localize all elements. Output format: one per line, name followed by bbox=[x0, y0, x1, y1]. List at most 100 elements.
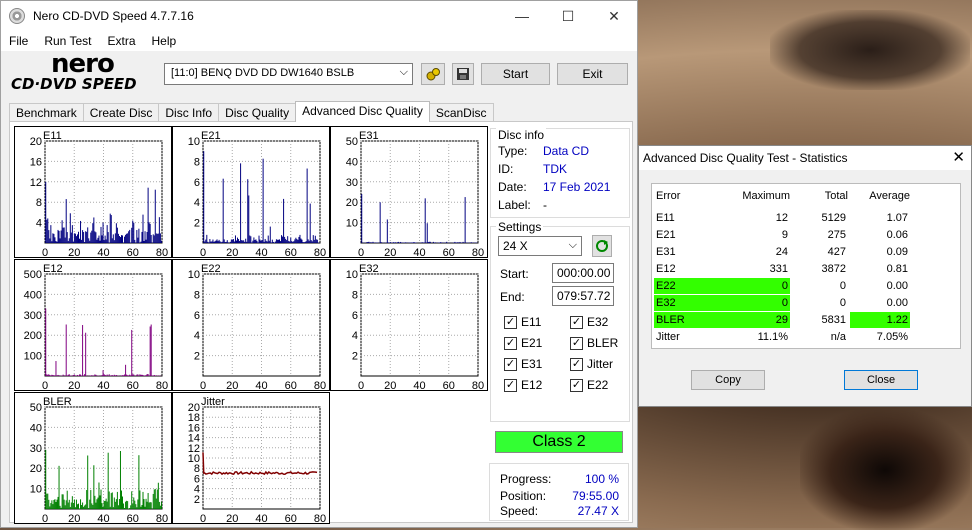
x-tick-label: 60 bbox=[285, 513, 297, 525]
close-dialog-button[interactable]: Close bbox=[844, 370, 918, 390]
y-tick-label: 40 bbox=[30, 422, 42, 434]
checkmark-icon: ✓ bbox=[570, 378, 583, 392]
menu-run-test[interactable]: Run Test bbox=[36, 34, 99, 48]
menu-file[interactable]: File bbox=[1, 34, 36, 48]
background-photo-shadow bbox=[770, 10, 970, 90]
table-cell: 5831 bbox=[821, 314, 846, 326]
table-header: Total bbox=[824, 190, 848, 202]
table-cell: 0 bbox=[730, 278, 790, 294]
x-tick-label: 0 bbox=[358, 247, 364, 259]
checkbox-jitter[interactable]: ✓ Jitter bbox=[570, 357, 613, 371]
y-tick-label: 100 bbox=[24, 351, 42, 363]
checkbox-label: E31 bbox=[521, 357, 543, 371]
x-tick-label: 0 bbox=[200, 513, 206, 525]
x-tick-label: 60 bbox=[127, 513, 139, 525]
x-tick-label: 20 bbox=[384, 380, 396, 392]
statistics-table: Error Maximum Total Average E11 12 5129 1.07 E21… bbox=[651, 183, 961, 349]
title-bar[interactable]: Nero CD-DVD Speed 4.7.7.16 — ☐ ✕ bbox=[1, 1, 637, 31]
tab-advanced-disc-quality[interactable]: Advanced Disc Quality bbox=[295, 101, 430, 122]
checkbox-e11[interactable]: ✓ E11 bbox=[504, 315, 541, 329]
checkbox-label: Jitter bbox=[587, 357, 614, 371]
position-value: 79:55.00 bbox=[572, 489, 619, 503]
chart-svg: 24681012141618200 20 40 60 80Jitter bbox=[188, 396, 326, 525]
exit-button[interactable]: Exit bbox=[557, 63, 628, 85]
chart-title: E12 bbox=[43, 263, 63, 275]
checkbox-e32[interactable]: ✓ E32 bbox=[570, 315, 608, 329]
app-disc-icon bbox=[9, 8, 25, 24]
table-cell: BLER bbox=[654, 312, 732, 328]
checkbox-e31[interactable]: ✓ E31 bbox=[504, 357, 542, 371]
tab-disc-quality[interactable]: Disc Quality bbox=[218, 103, 297, 122]
speed-label: Speed: bbox=[500, 504, 539, 518]
x-tick-label: 40 bbox=[413, 380, 425, 392]
x-tick-label: 20 bbox=[68, 247, 80, 259]
position-label: Position: bbox=[500, 489, 547, 503]
chart-title: E32 bbox=[359, 263, 379, 275]
tab-create-disc[interactable]: Create Disc bbox=[82, 103, 160, 122]
chart-svg: 4 8 12 16 20 0 20 40 60 80 E11 bbox=[30, 130, 168, 259]
y-tick-label: 2 bbox=[352, 351, 358, 363]
save-button[interactable] bbox=[452, 63, 474, 85]
chart-e11: 4 8 12 16 20 0 20 40 60 80 E11 bbox=[14, 126, 172, 259]
disc-info-heading: Disc info bbox=[496, 128, 547, 142]
x-tick-label: 60 bbox=[127, 380, 139, 392]
tab-benchmark[interactable]: Benchmark bbox=[9, 103, 84, 122]
checkbox-e12[interactable]: ✓ E12 bbox=[504, 378, 542, 392]
tab-scandisc[interactable]: ScanDisc bbox=[428, 103, 494, 122]
chevron-down-icon: ⌵ bbox=[399, 66, 408, 78]
table-cell: 9 bbox=[781, 229, 788, 241]
table-header: Error bbox=[656, 190, 681, 202]
checkmark-icon: ✓ bbox=[504, 378, 517, 392]
y-tick-label: 50 bbox=[346, 136, 358, 148]
nero-logo: nero CD·DVD SPEED bbox=[11, 49, 161, 95]
chart-title: E31 bbox=[359, 130, 379, 142]
table-cell: 11.1% bbox=[757, 331, 788, 343]
table-cell: 1.07 bbox=[886, 212, 908, 224]
tab-bar: Benchmark Create Disc Disc Info Disc Qua… bbox=[9, 101, 494, 122]
maximize-button[interactable]: ☐ bbox=[545, 1, 591, 31]
menu-help[interactable]: Help bbox=[144, 34, 185, 48]
background-photo-shadow bbox=[800, 410, 970, 530]
drive-info-button[interactable] bbox=[421, 63, 445, 85]
y-tick-label: 20 bbox=[30, 463, 42, 475]
checkbox-e22[interactable]: ✓ E22 bbox=[570, 378, 608, 392]
disc-id-value: TDK bbox=[543, 162, 567, 176]
checkbox-label: E11 bbox=[521, 315, 542, 329]
minimize-button[interactable]: — bbox=[499, 1, 545, 31]
y-tick-label: 40 bbox=[346, 156, 358, 168]
start-input[interactable]: 000:00.00 bbox=[552, 263, 614, 283]
copy-button[interactable]: Copy bbox=[691, 370, 765, 390]
x-tick-label: 0 bbox=[200, 247, 206, 259]
menu-extra[interactable]: Extra bbox=[99, 34, 143, 48]
x-tick-label: 80 bbox=[314, 247, 326, 259]
statistics-title-bar[interactable]: Advanced Disc Quality Test - Statistics … bbox=[639, 146, 971, 170]
x-tick-label: 60 bbox=[285, 380, 297, 392]
x-tick-label: 40 bbox=[97, 247, 109, 259]
tab-disc-info[interactable]: Disc Info bbox=[158, 103, 220, 122]
speed-select[interactable]: 24 X ⌵ bbox=[498, 236, 582, 256]
end-label: End: bbox=[500, 290, 525, 304]
x-tick-label: 80 bbox=[472, 380, 484, 392]
chart-e22: 2 4 6 8 10 0 20 40 60 80 E22 bbox=[172, 259, 330, 392]
drive-select[interactable]: [11:0] BENQ DVD DD DW1640 BSLB ⌵ bbox=[164, 63, 413, 85]
chevron-down-icon: ⌵ bbox=[568, 239, 577, 251]
statistics-close-icon[interactable]: ✕ bbox=[952, 148, 965, 166]
refresh-speed-button[interactable] bbox=[592, 235, 612, 257]
chart-title: E22 bbox=[201, 263, 221, 275]
close-button[interactable]: ✕ bbox=[591, 1, 637, 31]
checkbox-label: E32 bbox=[587, 315, 609, 329]
start-button[interactable]: Start bbox=[481, 63, 550, 85]
x-tick-label: 0 bbox=[200, 380, 206, 392]
tools-icon bbox=[426, 68, 440, 81]
y-tick-label: 10 bbox=[188, 269, 200, 281]
table-cell: 7.05% bbox=[876, 331, 908, 343]
table-header: Maximum bbox=[742, 190, 790, 202]
y-tick-label: 8 bbox=[194, 289, 200, 301]
checkbox-bler[interactable]: ✓ BLER bbox=[570, 336, 618, 350]
checkbox-e21[interactable]: ✓ E21 bbox=[504, 336, 542, 350]
x-tick-label: 20 bbox=[226, 247, 238, 259]
end-input[interactable]: 079:57.72 bbox=[552, 286, 614, 306]
checkbox-label: BLER bbox=[587, 336, 619, 350]
x-tick-label: 20 bbox=[68, 513, 80, 525]
chart-e21: 2 4 6 8 10 0 20 40 60 80 E21 bbox=[172, 126, 330, 259]
